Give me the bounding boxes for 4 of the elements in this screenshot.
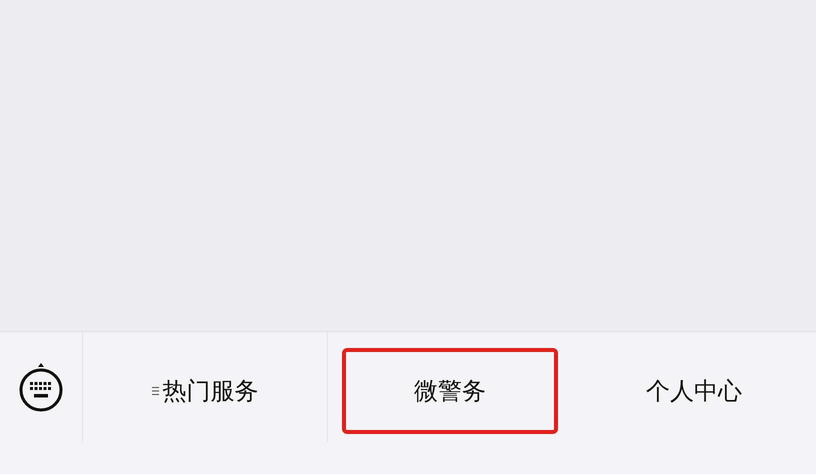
menu-item[interactable]: 热门服务 [128,348,282,434]
menu-item[interactable]: 微警务 [342,348,558,434]
menu-item[interactable]: 个人中心 [622,348,766,434]
keyboard-icon[interactable] [17,362,65,412]
